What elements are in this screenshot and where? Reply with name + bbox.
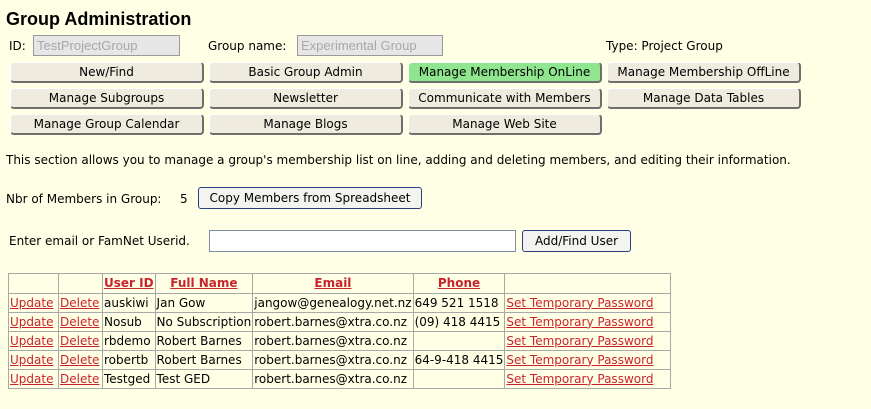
user-id-cell: Nosub <box>102 312 156 332</box>
delete-link[interactable]: Delete <box>60 372 99 386</box>
set-temp-password-link[interactable]: Set Temporary Password <box>506 296 653 310</box>
id-field[interactable] <box>33 35 180 56</box>
lookup-label: Enter email or FamNet Userid. <box>9 234 190 248</box>
set-temp-password-link[interactable]: Set Temporary Password <box>506 353 653 367</box>
set-temp-password-link[interactable]: Set Temporary Password <box>506 315 653 329</box>
table-row: Update Delete Testged Test GED robert.ba… <box>8 369 672 389</box>
sort-full-name-link[interactable]: Full Name <box>170 276 237 290</box>
tab-newsletter[interactable]: Newsletter <box>209 88 403 109</box>
full-name-cell: Jan Gow <box>154 293 254 313</box>
phone-cell <box>412 331 506 351</box>
table-row: Update Delete auskiwi Jan Gow jangow@gen… <box>8 293 672 313</box>
sort-phone-link[interactable]: Phone <box>438 276 480 290</box>
update-link[interactable]: Update <box>10 353 53 367</box>
email-cell: robert.barnes@xtra.co.nz <box>252 331 414 351</box>
user-id-cell: robertb <box>102 350 156 370</box>
copy-from-spreadsheet-button[interactable]: Copy Members from Spreadsheet <box>198 187 422 209</box>
tab-manage-subgroups[interactable]: Manage Subgroups <box>10 88 204 109</box>
delete-link[interactable]: Delete <box>60 353 99 367</box>
members-table: User ID Full Name Email Phone Update Del… <box>8 273 672 389</box>
sort-user-id-link[interactable]: User ID <box>104 276 154 290</box>
tab-manage-blogs[interactable]: Manage Blogs <box>209 114 403 135</box>
id-label: ID: <box>9 39 26 53</box>
phone-cell: 649 521 1518 <box>412 293 506 313</box>
email-cell: robert.barnes@xtra.co.nz <box>252 369 414 389</box>
set-temp-password-link[interactable]: Set Temporary Password <box>506 334 653 348</box>
tab-manage-membership-online[interactable]: Manage Membership OnLine <box>408 62 602 83</box>
section-description: This section allows you to manage a grou… <box>6 153 791 167</box>
update-link[interactable]: Update <box>10 315 53 329</box>
full-name-cell: Test GED <box>154 369 254 389</box>
header-update-col <box>8 273 59 294</box>
email-userid-input[interactable] <box>209 230 516 252</box>
sort-email-link[interactable]: Email <box>314 276 351 290</box>
table-row: Update Delete Nosub No Subscription robe… <box>8 312 672 332</box>
group-name-label: Group name: <box>208 39 287 53</box>
user-id-cell: Testged <box>102 369 156 389</box>
table-row: Update Delete robertb Robert Barnes robe… <box>8 350 672 370</box>
member-count-label: Nbr of Members in Group: <box>6 192 162 206</box>
email-cell: robert.barnes@xtra.co.nz <box>252 312 414 332</box>
tab-manage-data-tables[interactable]: Manage Data Tables <box>607 88 801 109</box>
phone-cell: 64-9-418 4415 <box>412 350 506 370</box>
email-cell: robert.barnes@xtra.co.nz <box>252 350 414 370</box>
full-name-cell: Robert Barnes <box>154 350 254 370</box>
user-id-cell: auskiwi <box>102 293 156 313</box>
page-title: Group Administration <box>6 9 192 29</box>
set-temp-password-link[interactable]: Set Temporary Password <box>506 372 653 386</box>
group-type-text: Type: Project Group <box>606 39 723 53</box>
delete-link[interactable]: Delete <box>60 315 99 329</box>
table-row: Update Delete rbdemo Robert Barnes rober… <box>8 331 672 351</box>
update-link[interactable]: Update <box>10 334 53 348</box>
tab-communicate-with-members[interactable]: Communicate with Members <box>408 88 602 109</box>
add-find-user-button[interactable]: Add/Find User <box>522 230 631 252</box>
tab-basic-group-admin[interactable]: Basic Group Admin <box>209 62 403 83</box>
table-header-row: User ID Full Name Email Phone <box>8 273 672 294</box>
tab-manage-membership-offline[interactable]: Manage Membership OffLine <box>607 62 801 83</box>
full-name-cell: No Subscription <box>154 312 254 332</box>
update-link[interactable]: Update <box>10 372 53 386</box>
tab-new-find[interactable]: New/Find <box>10 62 204 83</box>
delete-link[interactable]: Delete <box>60 334 99 348</box>
tab-manage-web-site[interactable]: Manage Web Site <box>408 114 602 135</box>
delete-link[interactable]: Delete <box>60 296 99 310</box>
group-name-field[interactable] <box>297 35 443 56</box>
email-cell: jangow@genealogy.net.nz <box>252 293 414 313</box>
member-count-value: 5 <box>180 192 188 206</box>
phone-cell: (09) 418 4415 <box>412 312 506 332</box>
tab-manage-group-calendar[interactable]: Manage Group Calendar <box>10 114 204 135</box>
update-link[interactable]: Update <box>10 296 53 310</box>
header-password-col <box>504 273 672 294</box>
user-id-cell: rbdemo <box>102 331 156 351</box>
header-delete-col <box>58 273 103 294</box>
full-name-cell: Robert Barnes <box>154 331 254 351</box>
phone-cell <box>412 369 506 389</box>
